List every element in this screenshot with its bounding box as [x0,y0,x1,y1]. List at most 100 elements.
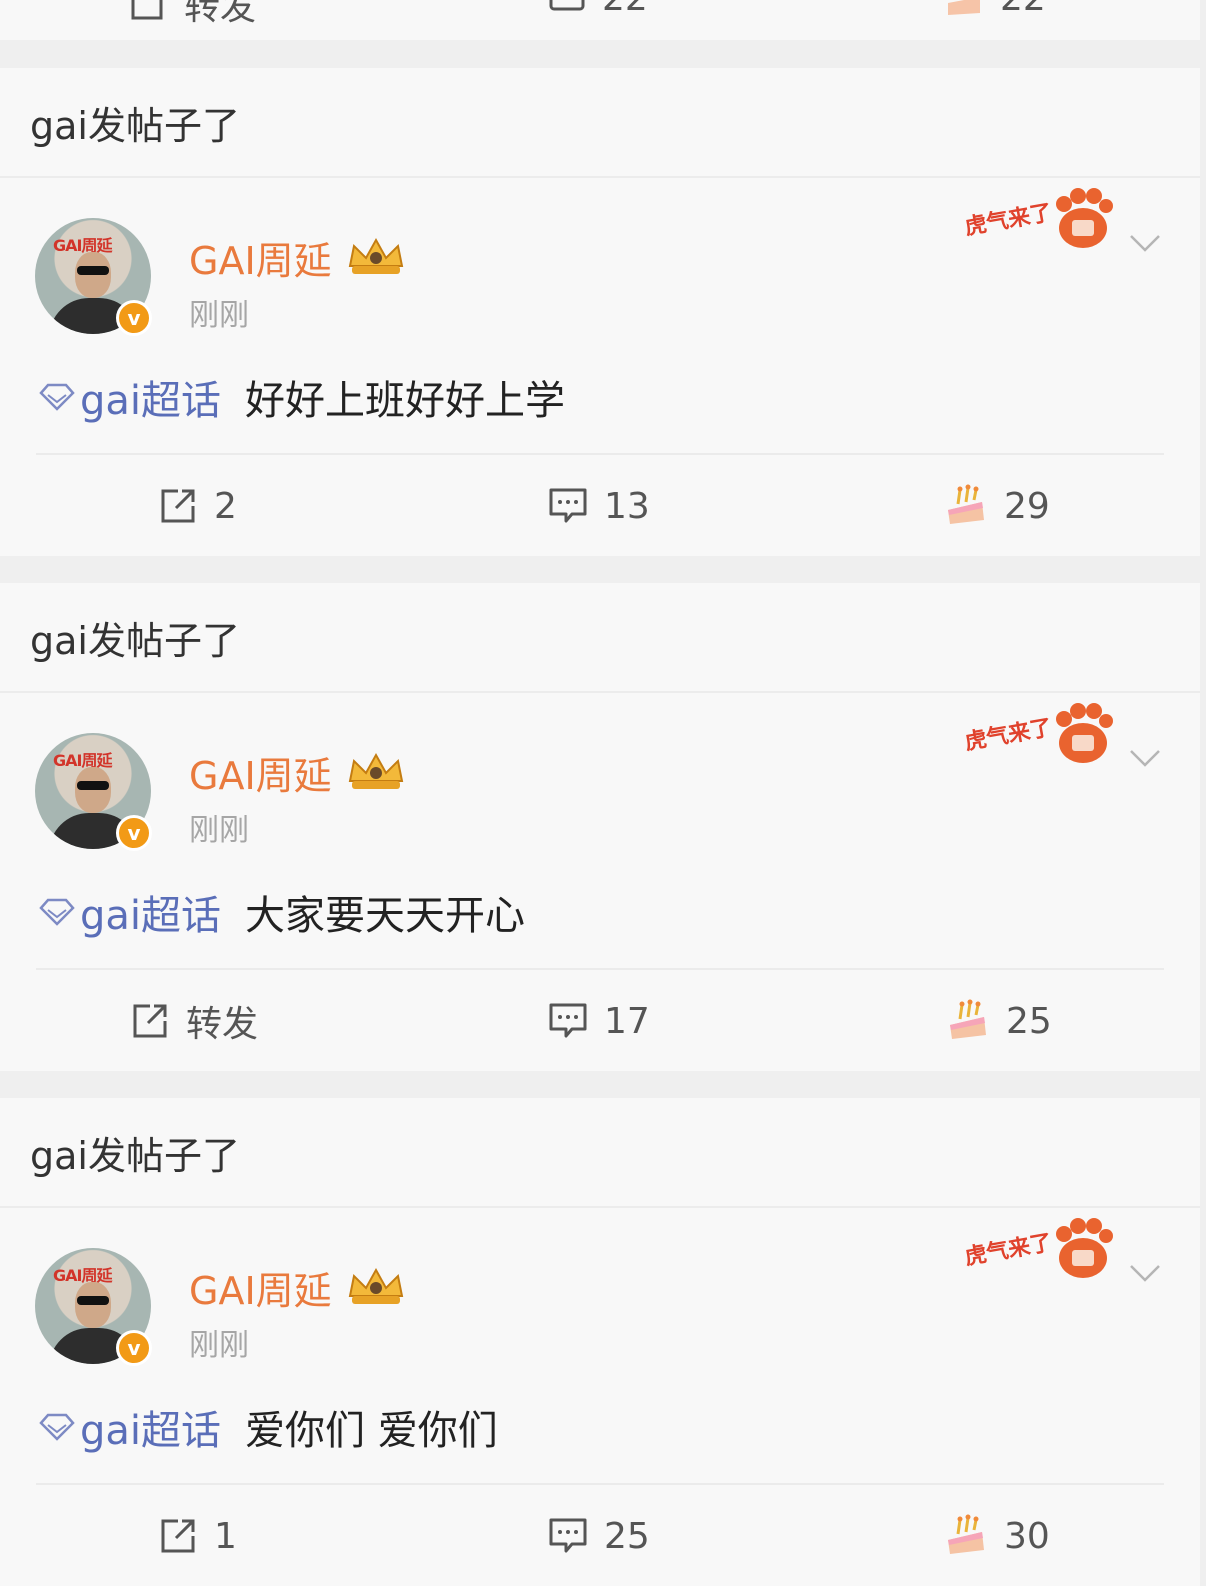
card-header-text: gai发帖子了 [30,103,240,148]
divider [36,968,1164,970]
author-name[interactable]: GAI周延 [189,230,408,285]
author-name-text: GAI周延 [189,1269,332,1313]
post-text: 好好上班好好上学 [245,378,566,424]
author-name-text: GAI周延 [189,239,332,283]
comment-icon [549,488,587,523]
like-cake-icon [948,484,984,524]
like-count: 29 [1004,485,1050,527]
comment-icon [549,0,585,10]
crown-icon [348,1267,403,1304]
post-body: GAI周延 v GAI周延 刚刚 虎气来了 [0,178,1200,556]
chevron-down-icon[interactable] [1128,1256,1162,1290]
repost-label: 1 [214,1515,237,1557]
sticker-text: 虎气来了 [962,199,1054,241]
card-header: gai发帖子了 [0,583,1200,693]
topic-link[interactable]: gai超话 [38,1398,221,1456]
post-card: gai发帖子了 GAI周延 v GAI周延 刚刚 虎气来了 [0,583,1200,1071]
previous-post-actions: 转发 22 22 [0,0,1200,40]
repost-button[interactable]: 转发 [130,971,258,1071]
like-cake-icon [948,1514,984,1554]
comment-icon [549,1003,587,1038]
topic-link[interactable]: gai超话 [38,883,221,941]
post-time: 刚刚 [189,298,249,333]
avatar-logo-text: GAI周延 [53,1266,112,1285]
comment-count: 13 [604,485,650,527]
post-card: gai发帖子了 GAI周延 v GAI周延 刚刚 虎气来了 [0,1098,1200,1586]
topic-link[interactable]: gai超话 [38,368,221,426]
chevron-down-icon[interactable] [1128,741,1162,775]
repost-icon [133,1004,167,1038]
topic-label: gai超话 [80,893,222,939]
post-time: 刚刚 [189,813,249,848]
repost-button[interactable]: 1 [158,1486,237,1586]
like-count: 25 [1006,1000,1052,1042]
tiger-paw-icon [1056,1218,1113,1278]
post-actions: 2 13 29 [0,456,1200,556]
tiger-paw-icon [1056,703,1113,763]
post-actions: 1 25 30 [0,1486,1200,1586]
comment-count: 22 [602,0,648,19]
feed: 转发 22 22 gai发帖子了 GAI周延 v GAI周延 [0,0,1200,1586]
comment-count: 17 [604,1000,650,1042]
post-actions: 转发 17 25 [0,971,1200,1071]
comment-button[interactable]: 22 [548,0,648,19]
repost-label: 2 [214,485,237,527]
comment-icon [549,1518,587,1553]
avatar-logo-text: GAI周延 [53,236,112,255]
like-button[interactable]: 25 [946,971,1052,1071]
chevron-down-icon[interactable] [1128,226,1162,260]
card-header-text: gai发帖子了 [30,618,240,663]
like-button[interactable]: 29 [944,456,1050,556]
post-text: 大家要天天开心 [245,893,526,939]
tiger-sticker: 虎气来了 [960,186,1120,256]
sticker-text: 虎气来了 [962,1229,1054,1271]
verified-badge-icon: v [116,815,152,851]
post-content: gai超话 大家要天天开心 [38,883,525,941]
crown-icon [348,752,403,789]
comment-button[interactable]: 13 [548,456,650,556]
verified-badge-icon: v [116,300,152,336]
topic-label: gai超话 [80,1408,222,1454]
post-content: gai超话 好好上班好好上学 [38,368,565,426]
topic-label: gai超话 [80,378,222,424]
diamond-topic-icon [39,1413,75,1441]
avatar-logo-text: GAI周延 [53,751,112,770]
comment-count: 25 [604,1515,650,1557]
post-body: GAI周延 v GAI周延 刚刚 虎气来了 [0,693,1200,1071]
repost-icon [161,489,195,523]
tiger-paw-icon [1056,188,1113,248]
author-name[interactable]: GAI周延 [189,745,408,800]
post-body: GAI周延 v GAI周延 刚刚 虎气来了 [0,1208,1200,1586]
post-card: gai发帖子了 GAI周延 v GAI周延 刚刚 虎气来了 [0,68,1200,556]
like-count: 22 [1000,0,1046,19]
repost-button[interactable]: 2 [158,456,237,556]
like-cake-icon [950,999,986,1039]
tiger-sticker: 虎气来了 [960,701,1120,771]
diamond-topic-icon [39,898,75,926]
post-text: 爱你们 爱你们 [245,1408,498,1454]
sticker-text: 虎气来了 [962,714,1054,756]
like-count: 30 [1004,1515,1050,1557]
repost-icon [161,1519,195,1553]
card-header-text: gai发帖子了 [30,1133,240,1178]
repost-icon [131,0,163,20]
crown-icon [348,237,403,274]
divider [36,1483,1164,1485]
verified-badge-icon: v [116,1330,152,1366]
like-button[interactable]: 30 [944,1486,1050,1586]
post-content: gai超话 爱你们 爱你们 [38,1398,498,1456]
comment-button[interactable]: 25 [548,1486,650,1586]
repost-label: 转发 [184,0,257,28]
like-cake-icon [948,0,980,15]
author-name-text: GAI周延 [189,754,332,798]
card-header: gai发帖子了 [0,1098,1200,1208]
card-header: gai发帖子了 [0,68,1200,178]
repost-label: 转发 [186,1004,259,1045]
like-button[interactable]: 22 [944,0,1046,19]
post-time: 刚刚 [189,1328,249,1363]
tiger-sticker: 虎气来了 [960,1216,1120,1286]
repost-button[interactable]: 转发 [130,0,256,30]
comment-button[interactable]: 17 [548,971,650,1071]
divider [36,453,1164,455]
author-name[interactable]: GAI周延 [189,1260,408,1315]
